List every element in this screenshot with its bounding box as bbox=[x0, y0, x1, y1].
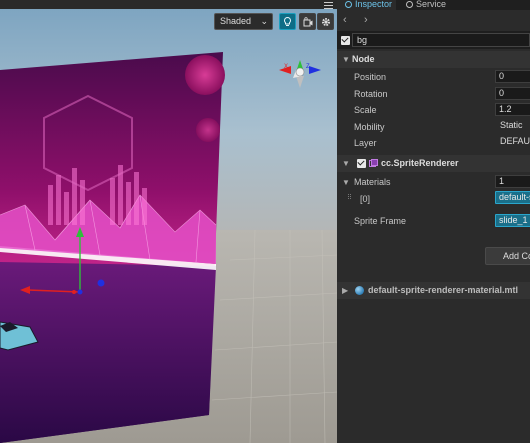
caret-down-icon[interactable]: ▼ bbox=[342, 178, 350, 187]
scale-x-field[interactable]: 1.2 bbox=[495, 103, 530, 116]
caret-right-icon: ▶ bbox=[342, 286, 349, 295]
sprite-renderer-header[interactable]: ▼ cc.SpriteRenderer bbox=[337, 155, 530, 172]
scene-camera-button[interactable] bbox=[299, 13, 316, 30]
gizmo-z-label: Z bbox=[306, 64, 310, 70]
panel-tab-bar: Inspector Service bbox=[337, 0, 530, 10]
caret-down-icon: ▼ bbox=[342, 55, 350, 64]
material-index-label: [0] bbox=[360, 194, 371, 204]
materials-count-field[interactable]: 1 bbox=[495, 175, 530, 188]
inspector-icon bbox=[345, 1, 352, 8]
scene-settings-button[interactable] bbox=[317, 13, 334, 30]
scale-label: Scale bbox=[354, 105, 377, 115]
material-asset-field[interactable]: default-sprite-renderer-material bbox=[495, 191, 530, 204]
material-sphere-icon bbox=[355, 286, 364, 295]
material-asset-name: default-sprite-renderer-material.mtl bbox=[368, 285, 519, 295]
add-component-button[interactable]: Add Component bbox=[485, 247, 530, 265]
node-name-row: bg bbox=[337, 31, 530, 49]
planet-small bbox=[196, 118, 220, 142]
gear-icon bbox=[322, 18, 330, 26]
mobility-select[interactable]: Static bbox=[495, 120, 530, 133]
node-active-checkbox[interactable] bbox=[341, 36, 350, 45]
sprite-floor bbox=[0, 262, 216, 443]
caret-down-icon: ▼ bbox=[342, 159, 350, 168]
planet-large bbox=[185, 55, 225, 95]
inspector-history-nav: ‹ › bbox=[337, 11, 530, 30]
sprite-frame-label: Sprite Frame bbox=[354, 216, 407, 226]
tab-inspector[interactable]: Inspector bbox=[337, 0, 396, 10]
forward-arrow-icon[interactable]: › bbox=[364, 14, 368, 26]
tab-service[interactable]: Service bbox=[399, 0, 446, 10]
position-x-field[interactable]: 0 bbox=[495, 70, 530, 83]
sprite-frame-asset-field[interactable]: slide_1 bbox=[495, 214, 530, 227]
drag-handle-icon[interactable] bbox=[348, 193, 353, 203]
scene-top-strip bbox=[0, 0, 337, 9]
layer-select[interactable]: DEFAULT bbox=[495, 136, 530, 149]
service-icon bbox=[406, 1, 413, 8]
sprite-renderer-enabled-checkbox[interactable] bbox=[357, 159, 366, 168]
back-arrow-icon[interactable]: ‹ bbox=[343, 14, 347, 26]
lighting-toggle-button[interactable] bbox=[279, 13, 296, 30]
scene-viewport[interactable]: X Z Shaded ⌄ bbox=[0, 0, 337, 443]
rotation-label: Rotation bbox=[354, 89, 388, 99]
shading-mode-value: Shaded bbox=[220, 16, 252, 26]
node-section-title: Node bbox=[352, 54, 375, 64]
scene-render: X Z bbox=[0, 52, 337, 443]
mobility-label: Mobility bbox=[354, 122, 385, 132]
layer-label: Layer bbox=[354, 138, 377, 148]
component-icon bbox=[369, 159, 378, 167]
gizmo-x-label: X bbox=[284, 64, 288, 70]
node-section-header[interactable]: ▼ Node bbox=[337, 51, 530, 68]
position-label: Position bbox=[354, 72, 387, 82]
sprite-renderer-title: cc.SpriteRenderer bbox=[381, 158, 459, 168]
inspector-panel: Inspector Service ‹ › bg ▼ Node Position… bbox=[337, 0, 530, 443]
node-name-input[interactable]: bg bbox=[352, 33, 530, 47]
light-bulb-icon bbox=[284, 17, 291, 26]
tab-service-label: Service bbox=[416, 0, 447, 9]
chevron-down-icon: ⌄ bbox=[260, 16, 268, 26]
materials-label: Materials bbox=[354, 177, 391, 187]
hamburger-menu-icon[interactable] bbox=[324, 0, 333, 9]
camera-icon bbox=[303, 17, 313, 27]
rotation-x-field[interactable]: 0 bbox=[495, 87, 530, 100]
tab-inspector-label: Inspector bbox=[355, 0, 393, 9]
material-asset-section[interactable]: ▶ default-sprite-renderer-material.mtl bbox=[337, 282, 530, 299]
shading-mode-select[interactable]: Shaded ⌄ bbox=[214, 13, 273, 30]
